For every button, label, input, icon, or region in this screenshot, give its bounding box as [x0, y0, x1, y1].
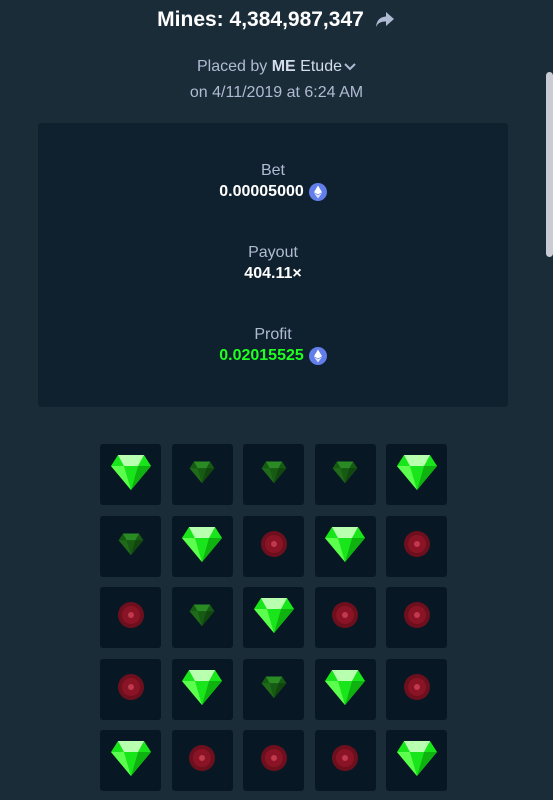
mine-icon [330, 743, 360, 778]
bet-detail-page: Mines: 4,384,987,347 Placed by ME Etude … [0, 0, 553, 800]
bet-date: on 4/11/2019 at 6:24 AM [189, 84, 364, 101]
gem-icon [189, 460, 215, 489]
tile-mine [386, 587, 447, 648]
gem-icon [396, 453, 438, 496]
payout-value: 404.11× [244, 265, 302, 282]
tile-gem-revealed [386, 444, 447, 505]
tile-gem-revealed [171, 515, 233, 577]
gem-icon [261, 675, 287, 704]
payout-stat: Payout 404.11× [38, 243, 508, 285]
tile-gem-revealed [386, 730, 447, 791]
tile-gem-revealed [100, 730, 161, 791]
user-badge: ME [271, 58, 296, 76]
gem-icon [396, 739, 438, 782]
scrollbar[interactable] [546, 72, 553, 257]
tile-gem-revealed [100, 444, 161, 505]
gem-icon [324, 668, 366, 711]
tile-mine [386, 658, 447, 720]
ethereum-icon [308, 183, 327, 201]
gem-icon [181, 525, 223, 568]
placed-by-row: Placed by ME Etude [0, 58, 553, 76]
tile-gem-unrevealed [171, 444, 233, 505]
mine-icon [402, 529, 432, 564]
tile-gem-revealed [171, 658, 233, 720]
tile-gem-revealed [314, 515, 376, 577]
share-icon[interactable] [374, 9, 396, 31]
mine-icon [259, 743, 289, 778]
tile-mine [386, 515, 447, 577]
payout-label: Payout [248, 244, 298, 261]
mine-icon [116, 672, 146, 707]
tile-gem-revealed [314, 658, 376, 720]
ethereum-icon [308, 347, 327, 365]
user-link[interactable]: ME Etude [272, 58, 356, 75]
tile-mine [314, 730, 376, 791]
profit-label: Profit [254, 326, 292, 343]
profit-value: 0.02015525 [219, 347, 304, 364]
tile-mine [171, 730, 233, 791]
tile-gem-unrevealed [243, 658, 304, 720]
tile-gem-unrevealed [100, 515, 161, 577]
mine-icon [330, 600, 360, 635]
bet-value-row: 0.00005000 [219, 181, 327, 203]
title-row: Mines: 4,384,987,347 [0, 8, 553, 32]
mine-icon [259, 529, 289, 564]
game-title: Mines: 4,384,987,347 [157, 8, 364, 31]
gem-icon [324, 525, 366, 568]
tile-mine [100, 587, 161, 648]
gem-icon [261, 460, 287, 489]
gem-icon [332, 460, 358, 489]
tile-mine [100, 658, 161, 720]
bet-value: 0.00005000 [219, 183, 304, 200]
chevron-down-icon [344, 58, 356, 76]
gem-icon [110, 739, 152, 782]
placed-by-label: Placed by [197, 58, 268, 76]
bet-stat: Bet 0.00005000 [38, 161, 508, 203]
tile-mine [314, 587, 376, 648]
gem-icon [253, 596, 295, 639]
tile-gem-revealed [243, 587, 304, 648]
gem-icon [181, 668, 223, 711]
tile-gem-unrevealed [314, 444, 376, 505]
stats-card: Bet 0.00005000 Payout 404.11× Profit 0.0… [38, 123, 508, 407]
profit-stat: Profit 0.02015525 [38, 325, 508, 367]
gem-icon [189, 603, 215, 632]
mine-icon [116, 600, 146, 635]
user-name: Etude [300, 58, 342, 76]
mine-icon [402, 600, 432, 635]
profit-value-row: 0.02015525 [219, 345, 327, 367]
tile-mine [243, 515, 304, 577]
bet-label: Bet [260, 162, 285, 179]
mine-icon [187, 743, 217, 778]
tile-gem-unrevealed [171, 587, 233, 648]
gem-icon [118, 532, 144, 561]
tile-gem-unrevealed [243, 444, 304, 505]
mine-icon [402, 672, 432, 707]
tile-mine [243, 730, 304, 791]
gem-icon [110, 453, 152, 496]
